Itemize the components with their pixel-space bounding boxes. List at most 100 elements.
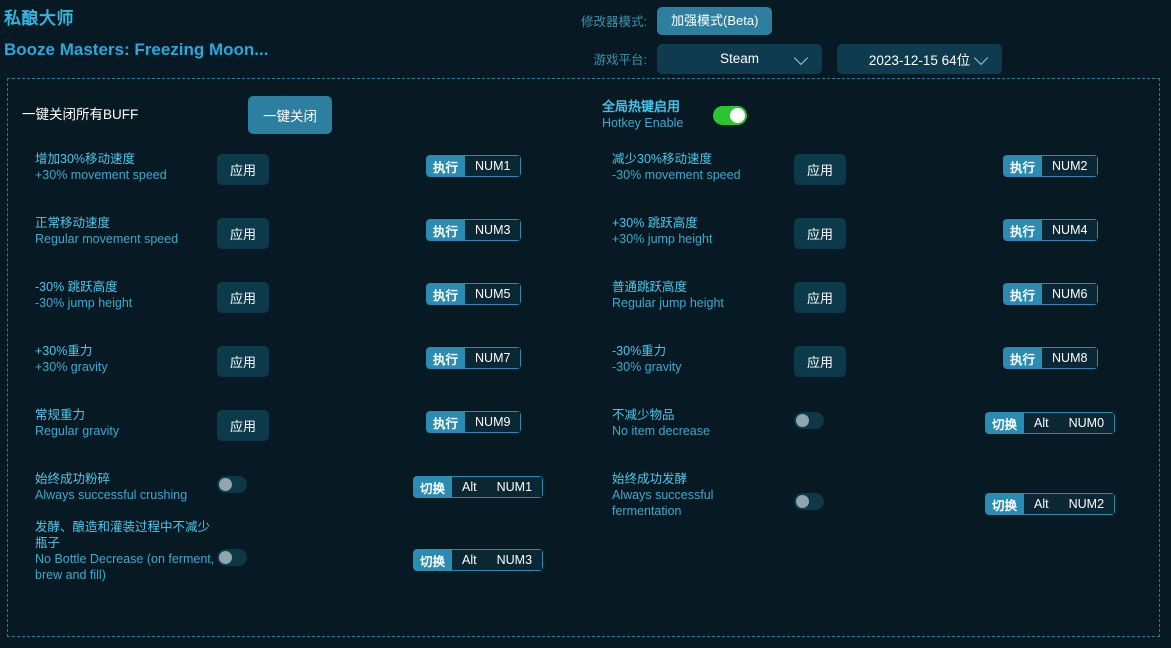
hotkey-action-label: 切换 — [985, 412, 1024, 434]
hotkey-key: NUM1 — [465, 155, 521, 177]
left-cheat-rows: 增加30%移动速度+30% movement speed应用执行NUM1正常移动… — [8, 79, 584, 636]
cheat-label-en: +30% gravity — [35, 359, 215, 375]
cheat-toggle[interactable] — [217, 476, 247, 493]
cheat-toggle-wrap — [794, 493, 824, 511]
modifier-mode-button[interactable]: 加强模式(Beta) — [657, 7, 772, 35]
hotkey-action-label: 执行 — [1003, 219, 1042, 241]
cheat-row-labels: 正常移动速度Regular movement speed — [35, 215, 215, 247]
apply-button[interactable]: 应用 — [217, 154, 269, 185]
toggle-knob — [796, 495, 809, 508]
chevron-down-icon — [794, 50, 808, 64]
hotkey-badge[interactable]: 切换AltNUM2 — [985, 493, 1115, 515]
hotkey-badge[interactable]: 执行NUM9 — [426, 411, 521, 433]
toggle-knob — [796, 414, 809, 427]
cheat-toggle-wrap — [217, 476, 247, 494]
toggle-knob — [219, 478, 232, 491]
platform-select[interactable]: Steam — [657, 44, 822, 74]
cheat-row-labels: +30% 跳跃高度+30% jump height — [612, 215, 792, 247]
cheat-label-cn: -30% 跳跃高度 — [35, 279, 215, 295]
cheat-label-en: +30% movement speed — [35, 167, 215, 183]
cheat-row-labels: 增加30%移动速度+30% movement speed — [35, 151, 215, 183]
app-header: 私酿大师 Booze Masters: Freezing Moon... 修改器… — [0, 0, 1171, 78]
apply-button[interactable]: 应用 — [217, 282, 269, 313]
apply-button[interactable]: 应用 — [217, 410, 269, 441]
hotkey-key: NUM3 — [487, 549, 543, 571]
cheat-row-labels: 常规重力Regular gravity — [35, 407, 215, 439]
cheat-label-cn: 发酵、酿造和灌装过程中不减少瓶子 — [35, 519, 215, 551]
hotkey-badge[interactable]: 切换AltNUM3 — [413, 549, 543, 571]
cheat-label-cn: +30% 跳跃高度 — [612, 215, 792, 231]
cheat-label-cn: 常规重力 — [35, 407, 215, 423]
cheat-label-cn: 普通跳跃高度 — [612, 279, 792, 295]
cheat-label-cn: -30%重力 — [612, 343, 792, 359]
hotkey-action-label: 执行 — [1003, 155, 1042, 177]
hotkey-badge[interactable]: 切换AltNUM0 — [985, 412, 1115, 434]
header-controls: 修改器模式: 加强模式(Beta) 游戏平台: Steam 2023-12-15… — [575, 4, 1171, 75]
cheat-row-labels: 不减少物品No item decrease — [612, 407, 792, 439]
cheat-row-labels: 始终成功粉碎Always successful crushing — [35, 471, 215, 503]
apply-button[interactable]: 应用 — [794, 346, 846, 377]
cheat-row-labels: -30% 跳跃高度-30% jump height — [35, 279, 215, 311]
cheat-row-labels: 普通跳跃高度Regular jump height — [612, 279, 792, 311]
apply-button[interactable]: 应用 — [794, 154, 846, 185]
cheat-label-cn: +30%重力 — [35, 343, 215, 359]
cheat-row-labels: -30%重力-30% gravity — [612, 343, 792, 375]
cheat-label-en: Always successful crushing — [35, 487, 215, 503]
hotkey-action-label: 执行 — [1003, 283, 1042, 305]
hotkey-badge[interactable]: 执行NUM3 — [426, 219, 521, 241]
cheat-row-labels: +30%重力+30% gravity — [35, 343, 215, 375]
hotkey-badge[interactable]: 执行NUM8 — [1003, 347, 1098, 369]
hotkey-action-label: 执行 — [426, 155, 465, 177]
mode-row: 修改器模式: 加强模式(Beta) — [575, 4, 1171, 37]
hotkey-key: Alt — [452, 549, 487, 571]
platform-label: 游戏平台: — [575, 49, 657, 68]
right-column: 全局热键启用 Hotkey Enable 减少30%移动速度-30% movem… — [585, 79, 1161, 636]
cheat-toggle-wrap — [217, 549, 247, 567]
cheat-label-cn: 不减少物品 — [612, 407, 792, 423]
hotkey-badge[interactable]: 执行NUM6 — [1003, 283, 1098, 305]
cheat-label-cn: 增加30%移动速度 — [35, 151, 215, 167]
version-select[interactable]: 2023-12-15 64位 — [837, 44, 1002, 74]
cheat-label-en: -30% jump height — [35, 295, 215, 311]
cheat-toggle[interactable] — [794, 412, 824, 429]
hotkey-key: NUM0 — [1059, 412, 1115, 434]
hotkey-key: Alt — [452, 476, 487, 498]
apply-button[interactable]: 应用 — [794, 282, 846, 313]
mode-label: 修改器模式: — [575, 11, 657, 30]
hotkey-badge[interactable]: 执行NUM7 — [426, 347, 521, 369]
platform-row: 游戏平台: Steam 2023-12-15 64位 — [575, 42, 1171, 75]
hotkey-key: NUM3 — [465, 219, 521, 241]
apply-button[interactable]: 应用 — [217, 218, 269, 249]
cheat-panel: 一键关闭所有BUFF 一键关闭 增加30%移动速度+30% movement s… — [7, 78, 1160, 637]
hotkey-badge[interactable]: 执行NUM2 — [1003, 155, 1098, 177]
hotkey-action-label: 执行 — [426, 283, 465, 305]
hotkey-key: NUM9 — [465, 411, 521, 433]
hotkey-badge[interactable]: 执行NUM5 — [426, 283, 521, 305]
cheat-label-en: -30% gravity — [612, 359, 792, 375]
hotkey-action-label: 切换 — [413, 549, 452, 571]
cheat-label-cn: 正常移动速度 — [35, 215, 215, 231]
hotkey-action-label: 执行 — [1003, 347, 1042, 369]
hotkey-key: NUM2 — [1059, 493, 1115, 515]
hotkey-key: NUM4 — [1042, 219, 1098, 241]
cheat-toggle-wrap — [794, 412, 824, 430]
cheat-label-cn: 始终成功发酵 — [612, 471, 732, 487]
game-title-cn: 私酿大师 — [4, 8, 564, 30]
hotkey-key: Alt — [1024, 493, 1059, 515]
hotkey-badge[interactable]: 切换AltNUM1 — [413, 476, 543, 498]
cheat-label-en: Regular jump height — [612, 295, 792, 311]
cheat-toggle[interactable] — [217, 549, 247, 566]
apply-button[interactable]: 应用 — [217, 346, 269, 377]
chevron-down-icon — [974, 50, 988, 64]
cheat-toggle[interactable] — [794, 493, 824, 510]
hotkey-key: NUM8 — [1042, 347, 1098, 369]
left-column: 一键关闭所有BUFF 一键关闭 增加30%移动速度+30% movement s… — [8, 79, 584, 636]
hotkey-action-label: 切换 — [413, 476, 452, 498]
apply-button[interactable]: 应用 — [794, 218, 846, 249]
hotkey-badge[interactable]: 执行NUM1 — [426, 155, 521, 177]
hotkey-key: Alt — [1024, 412, 1059, 434]
game-title-en: Booze Masters: Freezing Moon... — [4, 39, 564, 61]
cheat-label-en: -30% movement speed — [612, 167, 792, 183]
version-select-value: 2023-12-15 64位 — [869, 49, 970, 69]
hotkey-badge[interactable]: 执行NUM4 — [1003, 219, 1098, 241]
